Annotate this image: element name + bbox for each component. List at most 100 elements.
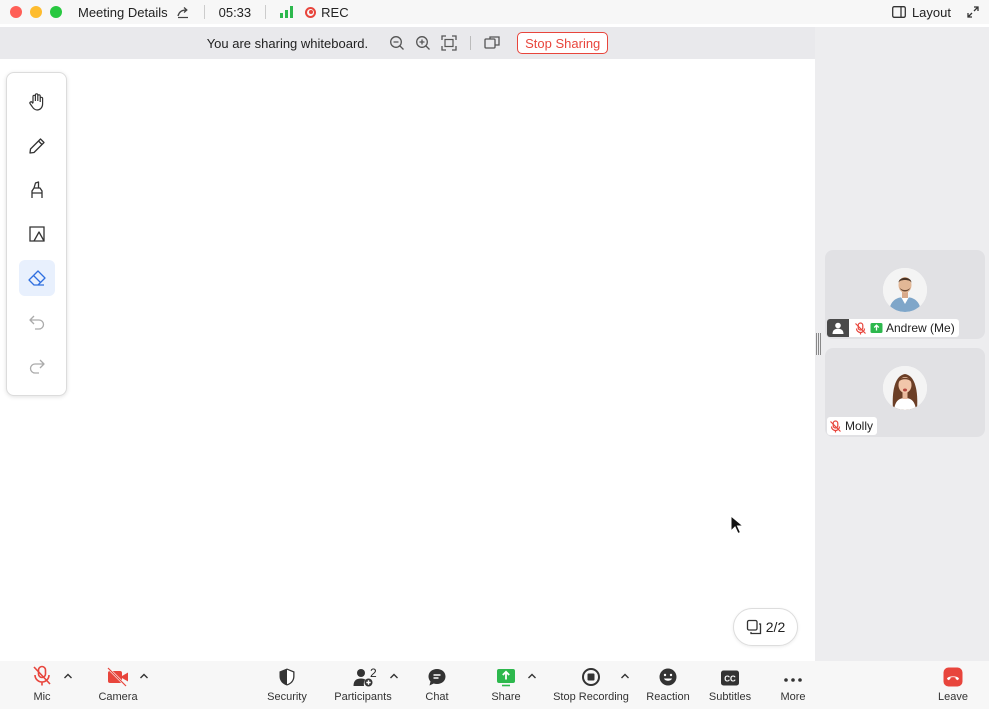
maximize-window-button[interactable] — [50, 6, 62, 18]
more-dots-icon — [784, 678, 802, 682]
meeting-timer: 05:33 — [218, 4, 252, 20]
share-options-chevron-icon[interactable] — [527, 671, 537, 681]
recording-label: REC — [321, 4, 349, 20]
shapes-tool-button[interactable] — [19, 216, 55, 252]
security-button[interactable]: Security — [262, 661, 312, 709]
share-button[interactable]: Share — [486, 661, 526, 709]
shapes-icon — [29, 226, 45, 242]
whiteboard-toolbar — [6, 72, 67, 396]
recording-options-chevron-icon[interactable] — [620, 671, 630, 681]
chat-label: Chat — [425, 691, 449, 703]
zoom-out-icon[interactable] — [388, 34, 406, 52]
eraser-tool-button[interactable] — [19, 260, 55, 296]
mic-muted-icon — [855, 321, 866, 334]
mic-muted-icon — [830, 419, 841, 432]
participant-name: Andrew (Me) — [886, 321, 955, 335]
fit-screen-icon[interactable] — [440, 34, 458, 52]
stop-recording-label: Stop Recording — [553, 691, 629, 703]
subtitles-button[interactable]: CC Subtitles — [705, 661, 755, 709]
recording-icon — [305, 6, 317, 18]
fullscreen-icon[interactable] — [967, 6, 979, 18]
redo-button[interactable] — [19, 348, 55, 384]
chat-button[interactable]: Chat — [417, 661, 457, 709]
participant-name: Molly — [845, 419, 874, 433]
redo-icon — [29, 359, 45, 374]
layout-icon — [892, 6, 906, 18]
share-arrow-icon[interactable] — [176, 5, 190, 19]
layout-label: Layout — [911, 4, 951, 20]
page-indicator-button[interactable]: 2/2 — [733, 608, 798, 646]
self-view-badge — [827, 319, 849, 337]
minimize-window-button[interactable] — [30, 6, 42, 18]
pages-icon — [746, 619, 761, 635]
highlighter-tool-button[interactable] — [19, 172, 55, 208]
participant-nametag: Andrew (Me) — [827, 319, 959, 337]
page-indicator-label: 2/2 — [765, 619, 786, 635]
undo-button[interactable] — [19, 304, 55, 340]
smiley-icon — [659, 668, 677, 686]
avatar — [883, 366, 927, 410]
participants-button[interactable]: Participants — [332, 661, 394, 709]
camera-label: Camera — [98, 691, 138, 703]
pen-tool-button[interactable] — [19, 128, 55, 164]
title-bar: Meeting Details 05:33 REC Layout — [0, 0, 989, 24]
stop-recording-button[interactable]: Stop Recording — [551, 661, 631, 709]
hand-tool-button[interactable] — [19, 84, 55, 120]
sharing-bar: You are sharing whiteboard. Stop Sharing — [0, 27, 815, 59]
svg-text:CC: CC — [724, 675, 736, 684]
stop-recording-icon — [582, 668, 600, 686]
subtitles-label: Subtitles — [708, 691, 752, 703]
reaction-label: Reaction — [646, 691, 690, 703]
shield-icon — [279, 668, 295, 686]
mic-muted-icon — [33, 665, 51, 686]
security-label: Security — [267, 691, 307, 703]
hand-icon — [29, 93, 44, 111]
mic-options-chevron-icon[interactable] — [63, 671, 73, 681]
mic-button[interactable]: Mic — [22, 661, 62, 709]
eraser-icon — [28, 270, 46, 286]
close-window-button[interactable] — [10, 6, 22, 18]
participants-video-panel — [815, 27, 989, 661]
zoom-in-icon[interactable] — [414, 34, 432, 52]
participants-label: Participants — [334, 691, 392, 703]
pen-icon — [29, 138, 45, 154]
phone-hangup-icon — [943, 667, 963, 687]
stop-sharing-button[interactable]: Stop Sharing — [517, 32, 609, 54]
participant-nametag: Molly — [827, 417, 878, 435]
share-label: Share — [491, 691, 521, 703]
window-controls — [10, 6, 62, 18]
meeting-details-link[interactable]: Meeting Details — [78, 5, 168, 20]
reaction-button[interactable]: Reaction — [643, 661, 693, 709]
undo-icon — [29, 315, 45, 330]
person-icon — [832, 322, 844, 334]
camera-options-chevron-icon[interactable] — [139, 671, 149, 681]
avatar — [883, 268, 927, 312]
leave-label: Leave — [938, 691, 968, 703]
share-screen-icon — [497, 669, 515, 687]
panel-resize-handle[interactable] — [816, 333, 821, 355]
signal-strength-icon[interactable] — [280, 6, 294, 18]
mic-label: Mic — [33, 691, 51, 703]
layout-button[interactable]: Layout — [892, 5, 951, 20]
participants-options-chevron-icon[interactable] — [389, 671, 399, 681]
camera-button[interactable]: Camera — [93, 661, 143, 709]
divider — [203, 5, 205, 19]
participants-count-badge: 2 — [370, 666, 377, 680]
video-tile-andrew[interactable]: Andrew (Me) — [825, 250, 985, 339]
whiteboard-canvas[interactable] — [0, 59, 815, 661]
more-label: More — [780, 691, 806, 703]
camera-off-icon — [107, 667, 128, 687]
divider — [265, 5, 267, 19]
more-button[interactable]: More — [773, 661, 813, 709]
highlighter-icon — [31, 181, 43, 198]
divider — [470, 36, 472, 50]
chat-icon — [428, 669, 446, 686]
new-window-icon[interactable] — [483, 34, 501, 52]
meeting-controls-bar: Mic Camera Security Participants 2 Chat … — [0, 661, 989, 709]
sharing-message: You are sharing whiteboard. — [206, 35, 369, 51]
screen-share-icon — [870, 322, 883, 333]
mouse-cursor-icon — [730, 515, 744, 535]
leave-button[interactable]: Leave — [933, 661, 973, 709]
video-tile-molly[interactable]: Molly — [825, 348, 985, 437]
closed-captions-icon: CC — [721, 670, 739, 686]
